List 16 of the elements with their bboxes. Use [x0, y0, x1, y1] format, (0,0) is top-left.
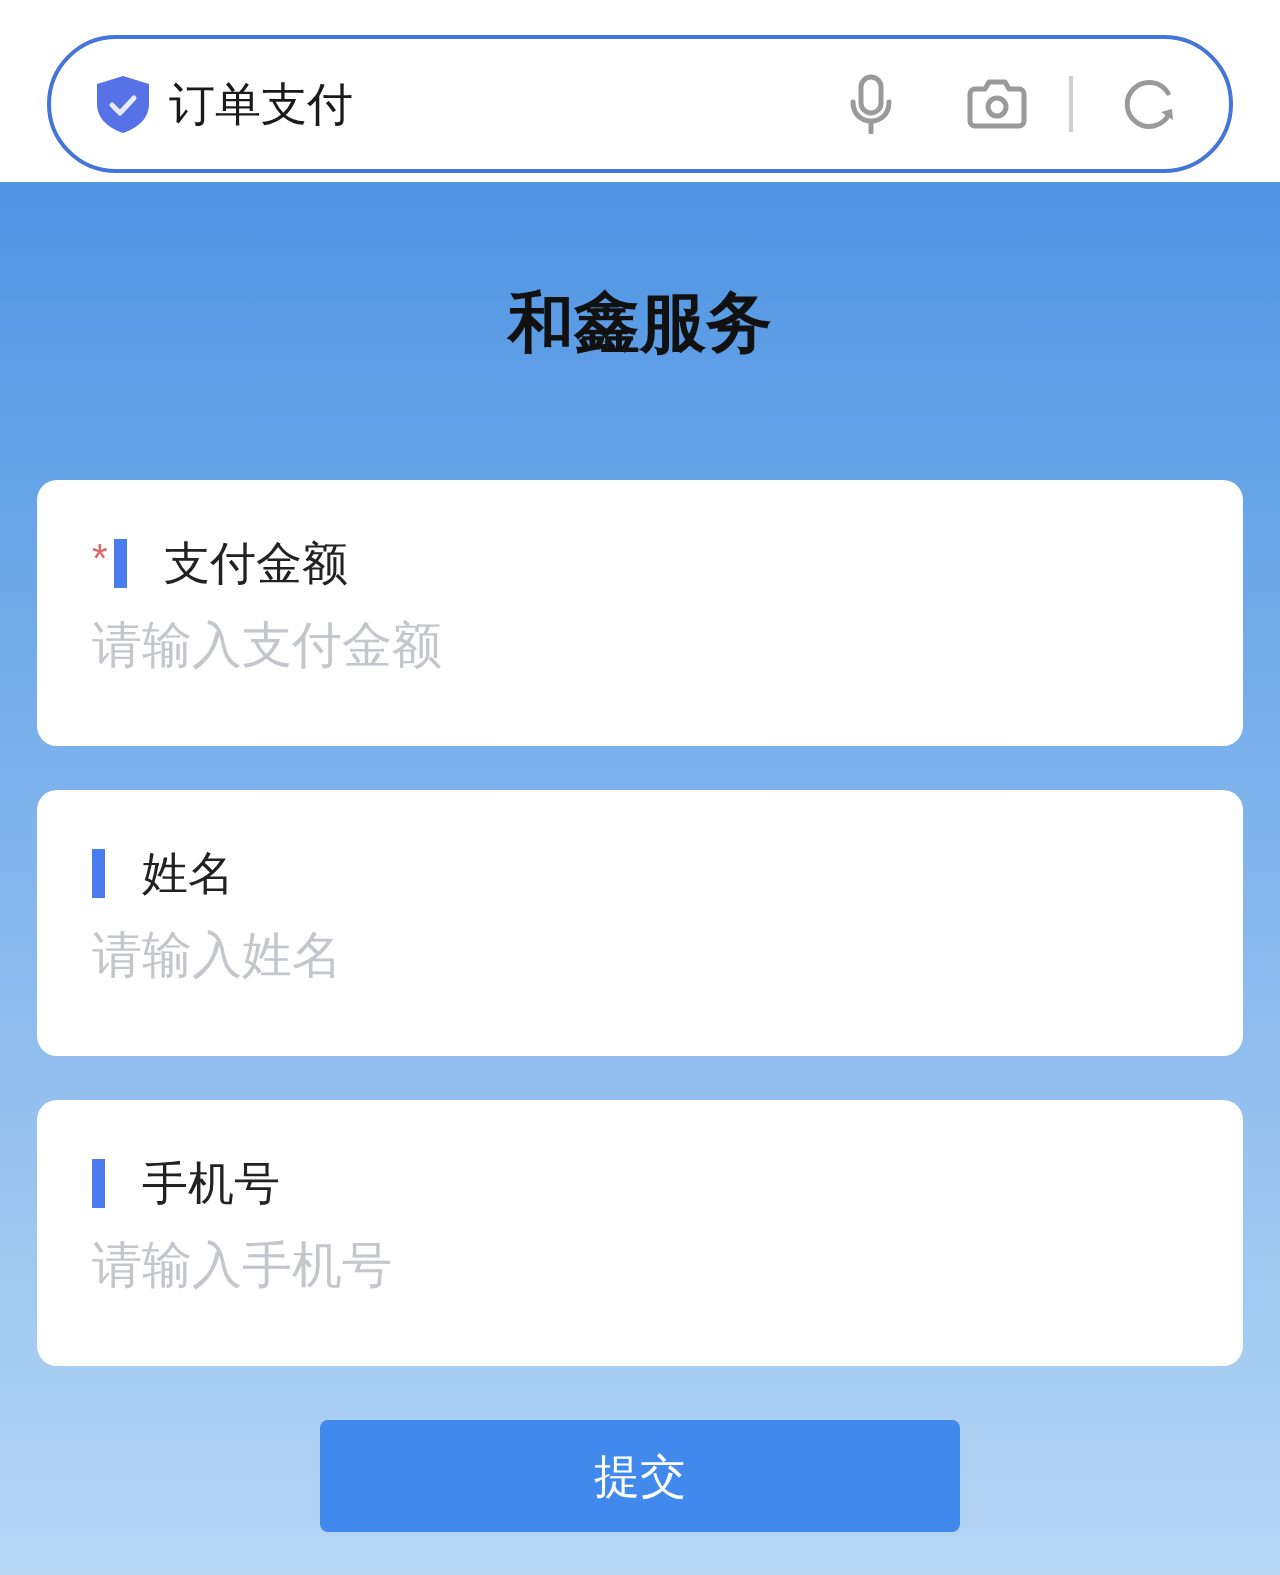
shield-check-icon	[95, 74, 151, 134]
camera-icon[interactable]	[967, 79, 1027, 129]
field-label: 支付金额	[163, 535, 348, 591]
microphone-icon[interactable]	[849, 74, 893, 134]
label-accent-bar	[113, 538, 127, 588]
field-label: 手机号	[142, 1155, 280, 1211]
label-accent-bar	[92, 848, 105, 898]
field-label: 姓名	[142, 845, 234, 901]
page-heading: 和鑫服务	[506, 284, 773, 361]
input-field[interactable]: 请输入支付金额	[92, 610, 1188, 680]
input-field[interactable]: 请输入姓名	[92, 920, 1188, 990]
address-bar[interactable]: 订单支付	[47, 35, 1233, 173]
input-field[interactable]: 请输入手机号	[92, 1230, 1188, 1300]
label-accent-bar	[92, 1158, 105, 1208]
required-asterisk: *	[92, 538, 108, 578]
page-title: 订单支付	[169, 76, 353, 132]
